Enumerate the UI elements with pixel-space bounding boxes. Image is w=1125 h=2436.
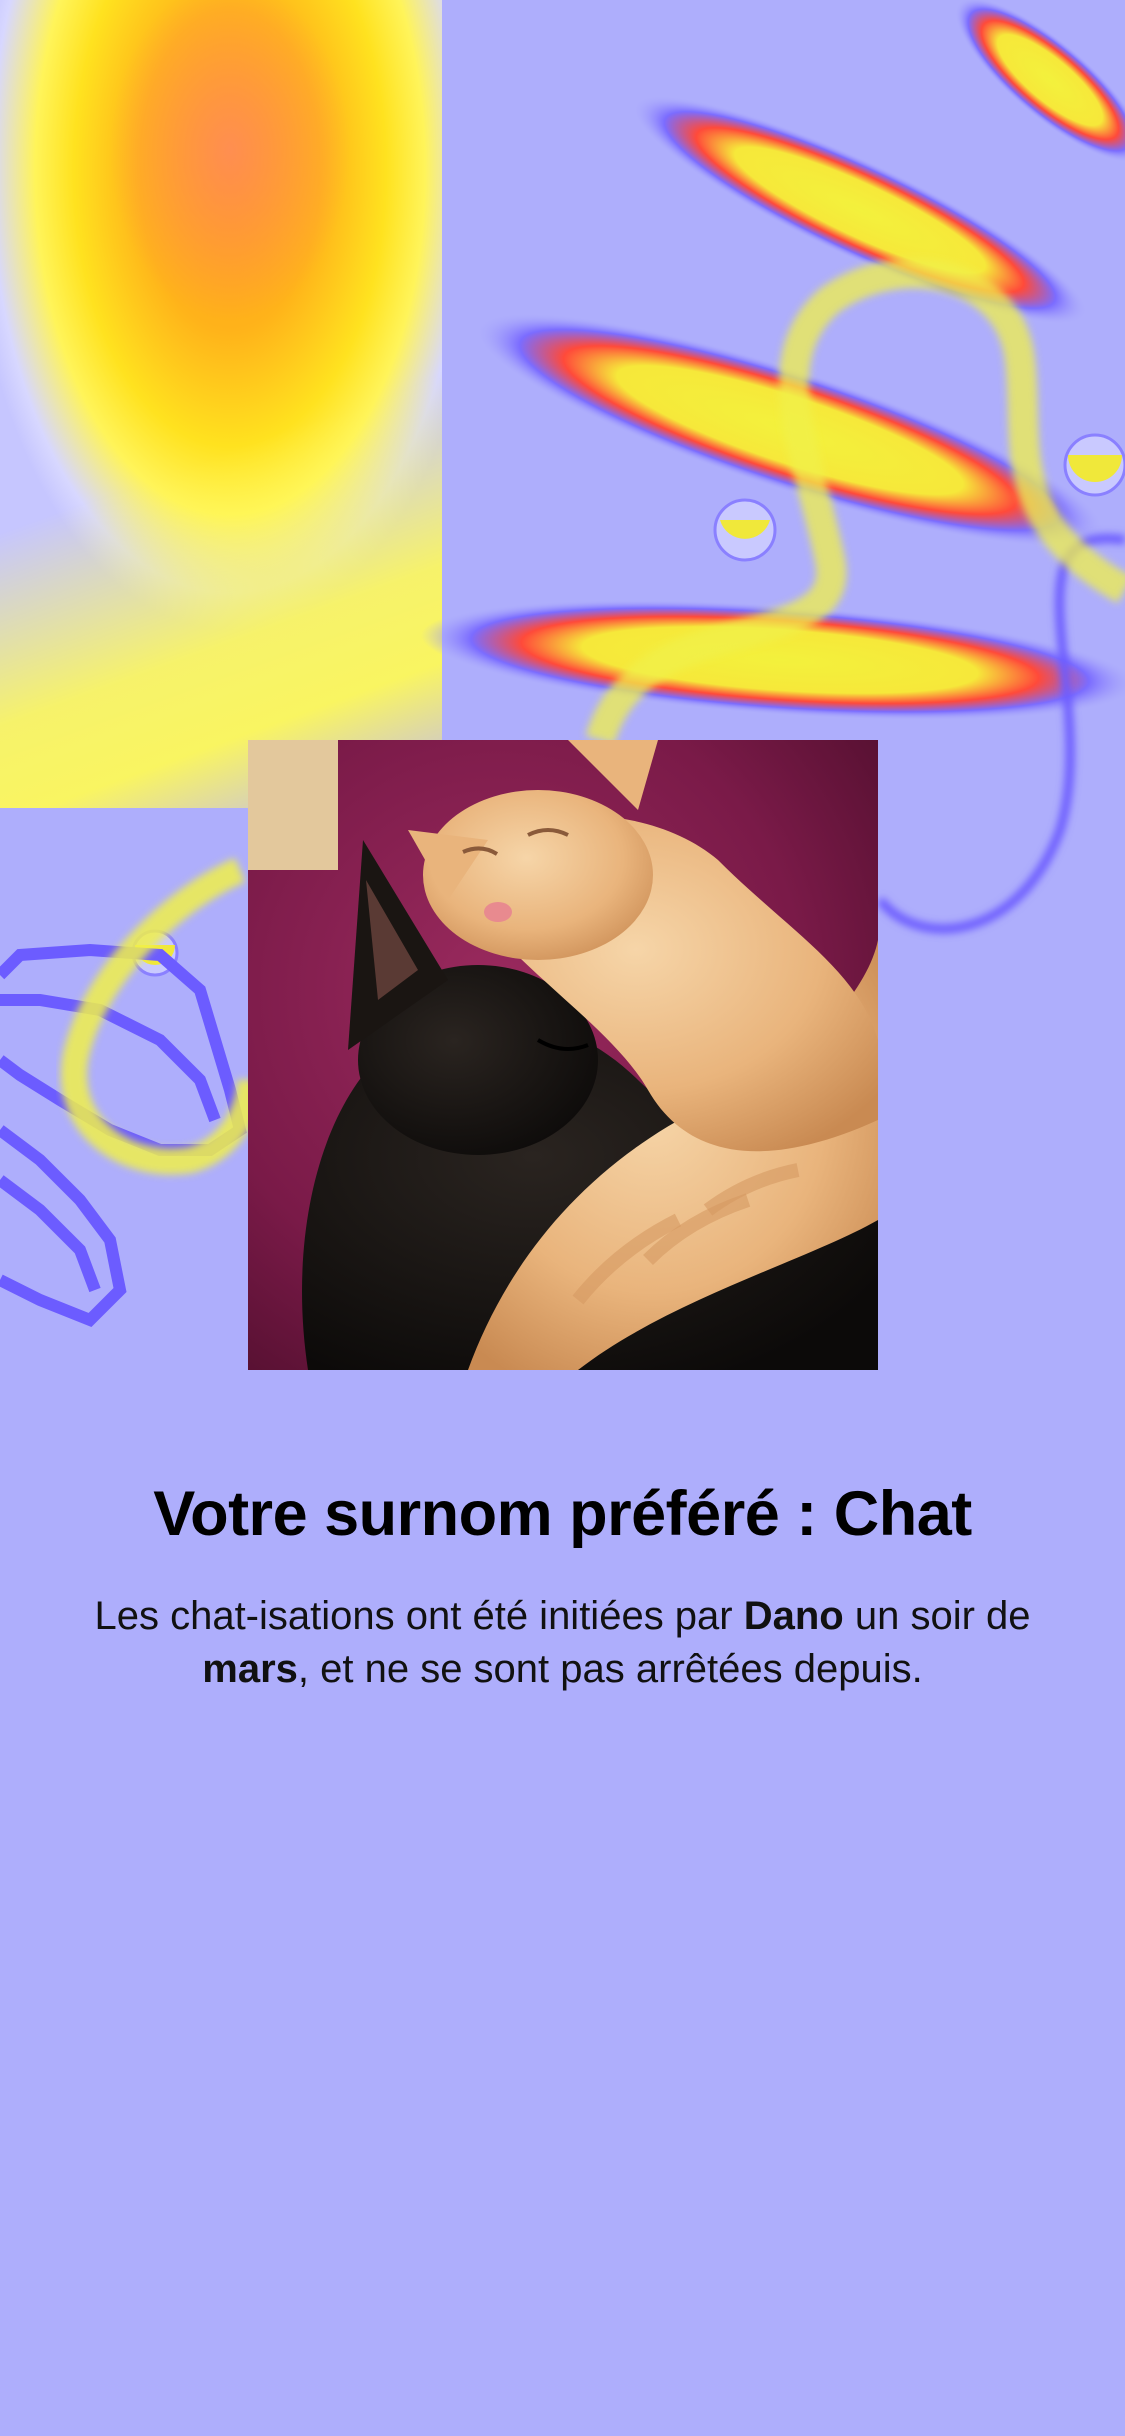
kittens-illustration — [248, 740, 878, 1370]
cat-photo — [248, 740, 878, 1370]
description-name: Dano — [743, 1594, 844, 1638]
description-part-2: un soir de — [843, 1594, 1031, 1638]
description-part-3: , et ne se sont pas arrêtées depuis. — [297, 1647, 923, 1691]
description-text: Les chat-isations ont été initiées par D… — [60, 1590, 1065, 1696]
description-part-1: Les chat-isations ont été initiées par — [94, 1594, 744, 1638]
yellow-tube-left — [61, 858, 263, 1175]
description-month: mars — [202, 1647, 298, 1691]
page-title: Votre surnom préféré : Chat — [153, 1479, 972, 1549]
purple-wave-line — [876, 533, 1125, 934]
